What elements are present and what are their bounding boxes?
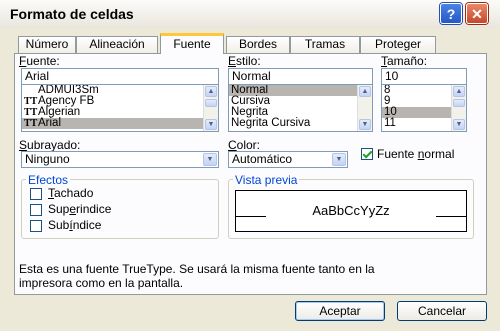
- style-list-scrollbar[interactable]: ▲ ▼: [357, 85, 372, 131]
- tab-numero[interactable]: Número: [18, 36, 76, 53]
- window-title: Formato de celdas: [10, 6, 134, 22]
- info-text-line2: impresora como en la pantalla.: [19, 276, 184, 290]
- size-list[interactable]: 8 9 10 11 ▲ ▼: [381, 84, 467, 132]
- size-list-scrollbar[interactable]: ▲ ▼: [451, 85, 466, 131]
- tab-fuente[interactable]: Fuente: [160, 33, 224, 54]
- underline-dropdown[interactable]: Ninguno ▼: [21, 151, 219, 168]
- tab-proteger[interactable]: Proteger: [360, 36, 436, 53]
- color-dropdown[interactable]: Automático ▼: [228, 151, 348, 168]
- font-list[interactable]: ADMUI3Sm TTAgency FB TTAlgerian TTArial …: [21, 84, 219, 132]
- info-text-line1: Esta es una fuente TrueType. Se usará la…: [19, 262, 375, 276]
- style-input[interactable]: Normal: [228, 68, 373, 85]
- scroll-down-icon[interactable]: ▼: [359, 119, 371, 130]
- title-bar: Formato de celdas ? ✕: [0, 0, 500, 28]
- style-input-value: Normal: [232, 69, 271, 83]
- chevron-down-icon[interactable]: ▼: [203, 153, 217, 166]
- scroll-thumb[interactable]: [453, 99, 465, 107]
- truetype-icon: TT: [24, 107, 38, 118]
- font-list-scrollbar[interactable]: ▲ ▼: [203, 85, 218, 131]
- normal-font-label[interactable]: Fuente normal: [377, 147, 454, 161]
- normal-font-checkbox[interactable]: [361, 148, 373, 160]
- subscript-checkbox[interactable]: [30, 220, 42, 232]
- tab-label: Proteger: [374, 37, 422, 51]
- size-input-value: 10: [385, 69, 399, 83]
- size-input[interactable]: 10: [381, 68, 467, 85]
- question-icon: ?: [446, 6, 456, 22]
- font-tab-panel: Fuente: Arial ADMUI3Sm TTAgency FB TTAlg…: [14, 53, 487, 295]
- truetype-icon: TT: [24, 96, 38, 107]
- ok-button[interactable]: Aceptar: [295, 301, 385, 321]
- color-value: Automático: [232, 152, 293, 166]
- font-input-value: Arial: [25, 69, 50, 83]
- tab-label: Bordes: [238, 37, 278, 51]
- chevron-down-icon[interactable]: ▼: [332, 153, 346, 166]
- tab-label: Tramas: [304, 37, 346, 51]
- scroll-down-icon[interactable]: ▼: [453, 119, 465, 130]
- close-icon: ✕: [471, 6, 483, 22]
- color-label: Color:: [228, 138, 261, 152]
- strikethrough-label[interactable]: Tachado: [48, 186, 93, 200]
- cancel-label: Cancelar: [417, 304, 467, 318]
- scroll-up-icon[interactable]: ▲: [359, 86, 371, 97]
- strikethrough-checkbox[interactable]: [30, 188, 42, 200]
- font-list-item-selected[interactable]: TTArial: [22, 117, 218, 129]
- scroll-up-icon[interactable]: ▲: [205, 86, 217, 97]
- effects-group: Efectos Tachado Superindice Subíndice: [21, 173, 219, 239]
- effects-legend: Efectos: [26, 173, 71, 187]
- preview-box: AaBbCcYyZz: [235, 190, 467, 232]
- scroll-down-icon[interactable]: ▼: [205, 119, 217, 130]
- truetype-icon: TT: [24, 118, 38, 129]
- tab-alineacion[interactable]: Alineación: [76, 36, 158, 53]
- tab-label: Fuente: [173, 37, 211, 51]
- scroll-thumb[interactable]: [205, 99, 217, 107]
- tab-label: Alineación: [89, 37, 145, 51]
- help-button[interactable]: ?: [440, 3, 462, 24]
- tab-tramas[interactable]: Tramas: [290, 36, 360, 53]
- scroll-up-icon[interactable]: ▲: [453, 86, 465, 97]
- cancel-button[interactable]: Cancelar: [397, 301, 487, 321]
- subscript-label[interactable]: Subíndice: [48, 218, 101, 232]
- underline-value: Ninguno: [25, 152, 70, 166]
- preview-sample-text: AaBbCcYyZz: [312, 203, 390, 218]
- tab-bordes[interactable]: Bordes: [226, 36, 290, 53]
- size-label: Tamaño:: [381, 54, 428, 68]
- preview-legend: Vista previa: [233, 173, 300, 187]
- style-list-item[interactable]: Negrita Cursiva: [229, 117, 372, 129]
- ok-label: Aceptar: [319, 304, 361, 318]
- font-label: Fuente:: [19, 54, 60, 68]
- underline-label: Subrayado:: [19, 138, 81, 152]
- superscript-label[interactable]: Superindice: [48, 202, 111, 216]
- style-list[interactable]: Normal Cursiva Negrita Negrita Cursiva ▲…: [228, 84, 373, 132]
- tab-label: Número: [25, 37, 69, 51]
- format-cells-dialog: Formato de celdas ? ✕ Número Alineación …: [0, 0, 500, 331]
- superscript-checkbox[interactable]: [30, 204, 42, 216]
- style-label: Estilo:: [228, 54, 261, 68]
- preview-group: Vista previa AaBbCcYyZz: [228, 173, 474, 239]
- close-button[interactable]: ✕: [466, 3, 488, 24]
- font-input[interactable]: Arial: [21, 68, 219, 85]
